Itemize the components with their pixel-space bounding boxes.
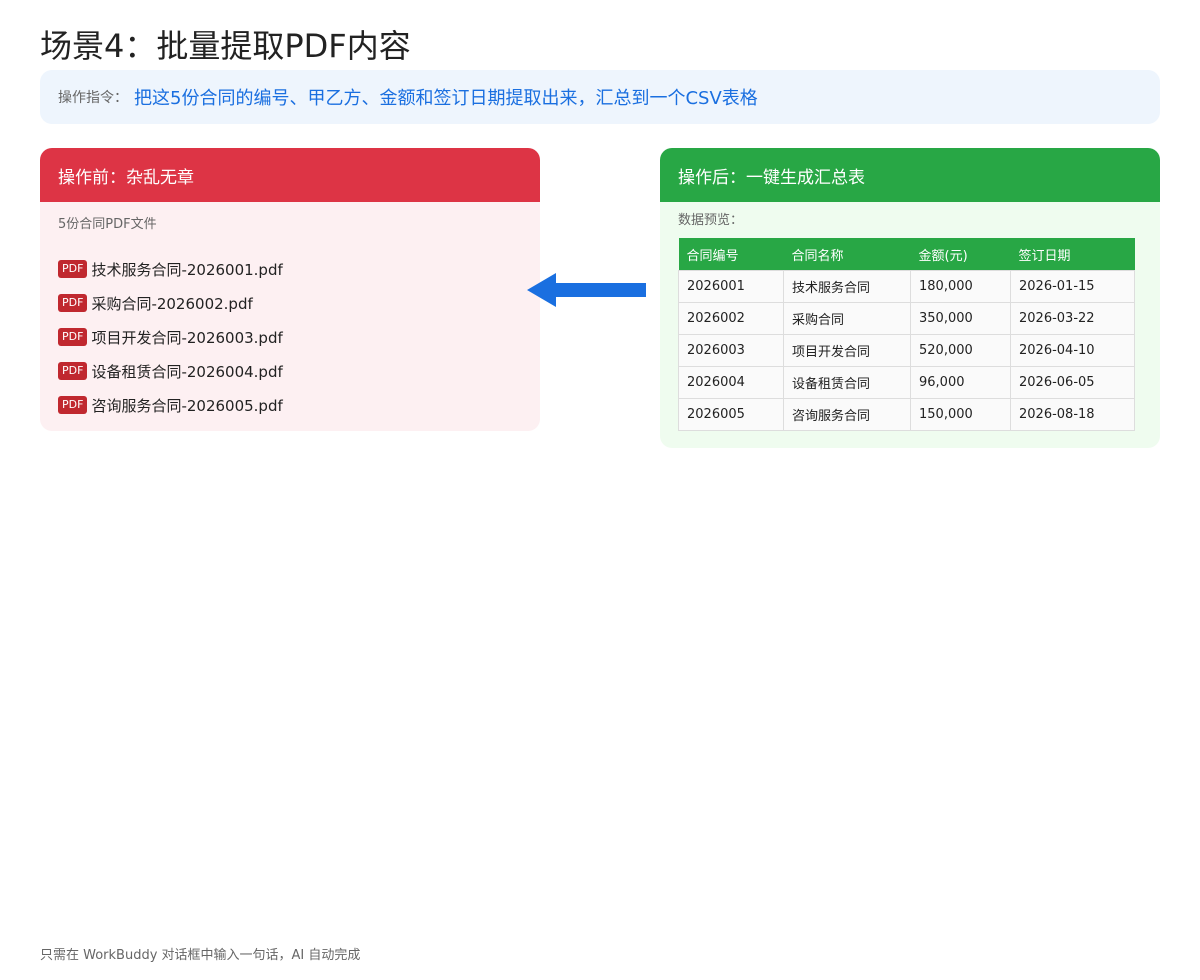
pdf-file-name: 项目开发合同-2026003.pdf [91, 328, 283, 347]
instruction-prefix: 操作指令： [58, 90, 128, 106]
column-header-date: 签订日期 [1010, 238, 1135, 271]
table-header-row: 合同编号 合同名称 金额(元) 签订日期 [678, 238, 1135, 271]
column-header-amount: 金额(元) [910, 238, 1011, 271]
pdf-icon: PDF [58, 328, 88, 346]
footer-note: 只需在 WorkBuddy 对话框中输入一句话，AI 自动完成 [40, 948, 361, 963]
cell-date: 2026-03-22 [1010, 302, 1135, 335]
table-row: 2026005 咨询服务合同 150,000 2026-08-18 [678, 398, 1135, 431]
cell-date: 2026-06-05 [1010, 366, 1135, 399]
pdf-file-name: 技术服务合同-2026001.pdf [91, 260, 283, 279]
pdf-file-item[interactable]: PDF 采购合同-2026002.pdf [58, 286, 283, 320]
pdf-file-item[interactable]: PDF 咨询服务合同-2026005.pdf [58, 388, 283, 422]
cell-amount: 350,000 [910, 302, 1011, 335]
column-header-name: 合同名称 [783, 238, 911, 271]
cell-date: 2026-08-18 [1010, 398, 1135, 431]
cell-amount: 520,000 [910, 334, 1011, 367]
before-panel-header: 操作前：杂乱无章 [40, 148, 540, 202]
cell-amount: 96,000 [910, 366, 1011, 399]
table-row: 2026002 采购合同 350,000 2026-03-22 [678, 302, 1135, 335]
cell-id: 2026002 [678, 302, 784, 335]
cell-name: 项目开发合同 [783, 334, 911, 367]
pdf-icon: PDF [58, 362, 88, 380]
table-row: 2026001 技术服务合同 180,000 2026-01-15 [678, 270, 1135, 303]
pdf-file-item[interactable]: PDF 技术服务合同-2026001.pdf [58, 252, 283, 286]
pdf-file-item[interactable]: PDF 设备租赁合同-2026004.pdf [58, 354, 283, 388]
column-header-id: 合同编号 [678, 238, 784, 271]
page-title: 场景4：批量提取PDF内容 [40, 27, 411, 65]
after-panel-header: 操作后：一键生成汇总表 [660, 148, 1160, 202]
cell-amount: 180,000 [910, 270, 1011, 303]
cell-name: 咨询服务合同 [783, 398, 911, 431]
before-panel: 操作前：杂乱无章 5份合同PDF文件 PDF 技术服务合同-2026001.pd… [40, 148, 540, 431]
instruction-text: 把这5份合同的编号、甲乙方、金额和签订日期提取出来，汇总到一个CSV表格 [134, 88, 758, 109]
cell-id: 2026003 [678, 334, 784, 367]
pdf-file-list: PDF 技术服务合同-2026001.pdf PDF 采购合同-2026002.… [58, 252, 283, 422]
cell-date: 2026-01-15 [1010, 270, 1135, 303]
cell-name: 设备租赁合同 [783, 366, 911, 399]
summary-table: 合同编号 合同名称 金额(元) 签订日期 2026001 技术服务合同 180,… [678, 238, 1135, 431]
cell-id: 2026005 [678, 398, 784, 431]
cell-date: 2026-04-10 [1010, 334, 1135, 367]
pdf-file-name: 采购合同-2026002.pdf [91, 294, 253, 313]
cell-id: 2026001 [678, 270, 784, 303]
pdf-file-item[interactable]: PDF 项目开发合同-2026003.pdf [58, 320, 283, 354]
pdf-file-name: 设备租赁合同-2026004.pdf [91, 362, 283, 381]
pdf-icon: PDF [58, 396, 88, 414]
pdf-icon: PDF [58, 294, 88, 312]
instruction-box: 操作指令： 把这5份合同的编号、甲乙方、金额和签订日期提取出来，汇总到一个CSV… [40, 70, 1160, 124]
pdf-file-name: 咨询服务合同-2026005.pdf [91, 396, 283, 415]
after-caption: 数据预览： [678, 213, 744, 228]
cell-id: 2026004 [678, 366, 784, 399]
table-row: 2026004 设备租赁合同 96,000 2026-06-05 [678, 366, 1135, 399]
table-row: 2026003 项目开发合同 520,000 2026-04-10 [678, 334, 1135, 367]
cell-name: 采购合同 [783, 302, 911, 335]
arrow-left-icon [527, 273, 646, 307]
pdf-icon: PDF [58, 260, 88, 278]
before-caption: 5份合同PDF文件 [58, 217, 157, 232]
cell-amount: 150,000 [910, 398, 1011, 431]
after-panel: 操作后：一键生成汇总表 数据预览： 合同编号 合同名称 金额(元) 签订日期 2… [660, 148, 1160, 448]
cell-name: 技术服务合同 [783, 270, 911, 303]
